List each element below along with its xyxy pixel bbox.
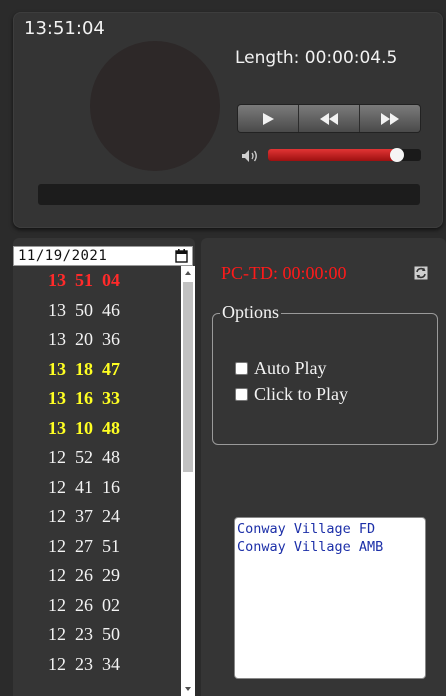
play-icon xyxy=(263,112,274,125)
pc-td-label: PC-TD: 00:00:00 xyxy=(221,263,347,283)
list-item[interactable]: 12 41 16 xyxy=(13,473,181,503)
scroll-up-arrow[interactable] xyxy=(181,266,195,280)
options-legend: Options xyxy=(220,302,282,323)
list-item[interactable]: 12 27 51 xyxy=(13,532,181,562)
calendar-icon[interactable] xyxy=(175,249,188,263)
length-label: Length: 00:00:04.5 xyxy=(235,48,398,68)
current-time: 13:51:04 xyxy=(24,18,105,39)
list-item[interactable]: 12 23 34 xyxy=(13,650,181,680)
list-item[interactable]: 13 51 04 xyxy=(13,266,181,296)
list-item[interactable]: 13 20 36 xyxy=(13,325,181,355)
call-time-list[interactable]: 13 51 04 13 50 46 13 20 36 13 18 47 13 16 33… xyxy=(13,266,181,696)
click-to-play-option[interactable]: Click to Play xyxy=(235,384,348,405)
transport-controls xyxy=(238,105,420,132)
list-item[interactable]: 13 16 33 xyxy=(13,384,181,414)
click-to-play-label: Click to Play xyxy=(254,384,348,404)
date-value: 11/19/2021 xyxy=(18,248,108,264)
click-to-play-checkbox[interactable] xyxy=(235,388,248,401)
list-item[interactable]: 12 26 29 xyxy=(13,561,181,591)
volume-slider[interactable] xyxy=(268,148,421,162)
list-item[interactable]: 12 26 02 xyxy=(13,591,181,621)
play-button[interactable] xyxy=(238,105,299,132)
scroll-down-arrow[interactable] xyxy=(181,682,195,696)
volume-slider-fill xyxy=(268,149,397,161)
volume-slider-handle[interactable] xyxy=(389,148,404,162)
list-item[interactable]: 12 23 50 xyxy=(13,620,181,650)
date-picker[interactable]: 11/19/2021 xyxy=(13,246,193,266)
fast-forward-icon xyxy=(381,112,399,125)
list-item[interactable]: 13 10 48 xyxy=(13,414,181,444)
volume-icon[interactable] xyxy=(241,149,259,163)
units-textbox[interactable]: Conway Village FD Conway Village AMB xyxy=(234,517,426,679)
sync-icon[interactable] xyxy=(414,266,428,280)
audio-player: 13:51:04 Length: 00:00:04.5 xyxy=(13,12,443,228)
auto-play-label: Auto Play xyxy=(254,358,327,378)
list-item[interactable]: 13 18 47 xyxy=(13,355,181,385)
unit-line: Conway Village AMB xyxy=(237,539,384,555)
unit-line: Conway Village FD xyxy=(237,521,376,537)
rewind-button[interactable] xyxy=(299,105,360,132)
list-item[interactable]: 12 52 48 xyxy=(13,443,181,473)
list-scrollbar[interactable] xyxy=(181,266,195,696)
call-list-panel: 11/19/2021 13 51 04 13 50 46 13 20 36 13 18… xyxy=(13,238,195,696)
list-item[interactable]: 12 37 24 xyxy=(13,502,181,532)
list-item[interactable]: 13 50 46 xyxy=(13,296,181,326)
playback-progress-bar[interactable] xyxy=(38,184,420,205)
details-panel: PC-TD: 00:00:00 Options Auto Play Click … xyxy=(201,238,446,696)
auto-play-option[interactable]: Auto Play xyxy=(235,358,327,379)
player-disc xyxy=(90,41,220,171)
fast-forward-button[interactable] xyxy=(360,105,420,132)
options-group xyxy=(212,313,438,445)
auto-play-checkbox[interactable] xyxy=(235,362,248,375)
rewind-icon xyxy=(320,112,338,125)
scrollbar-thumb[interactable] xyxy=(183,282,193,472)
